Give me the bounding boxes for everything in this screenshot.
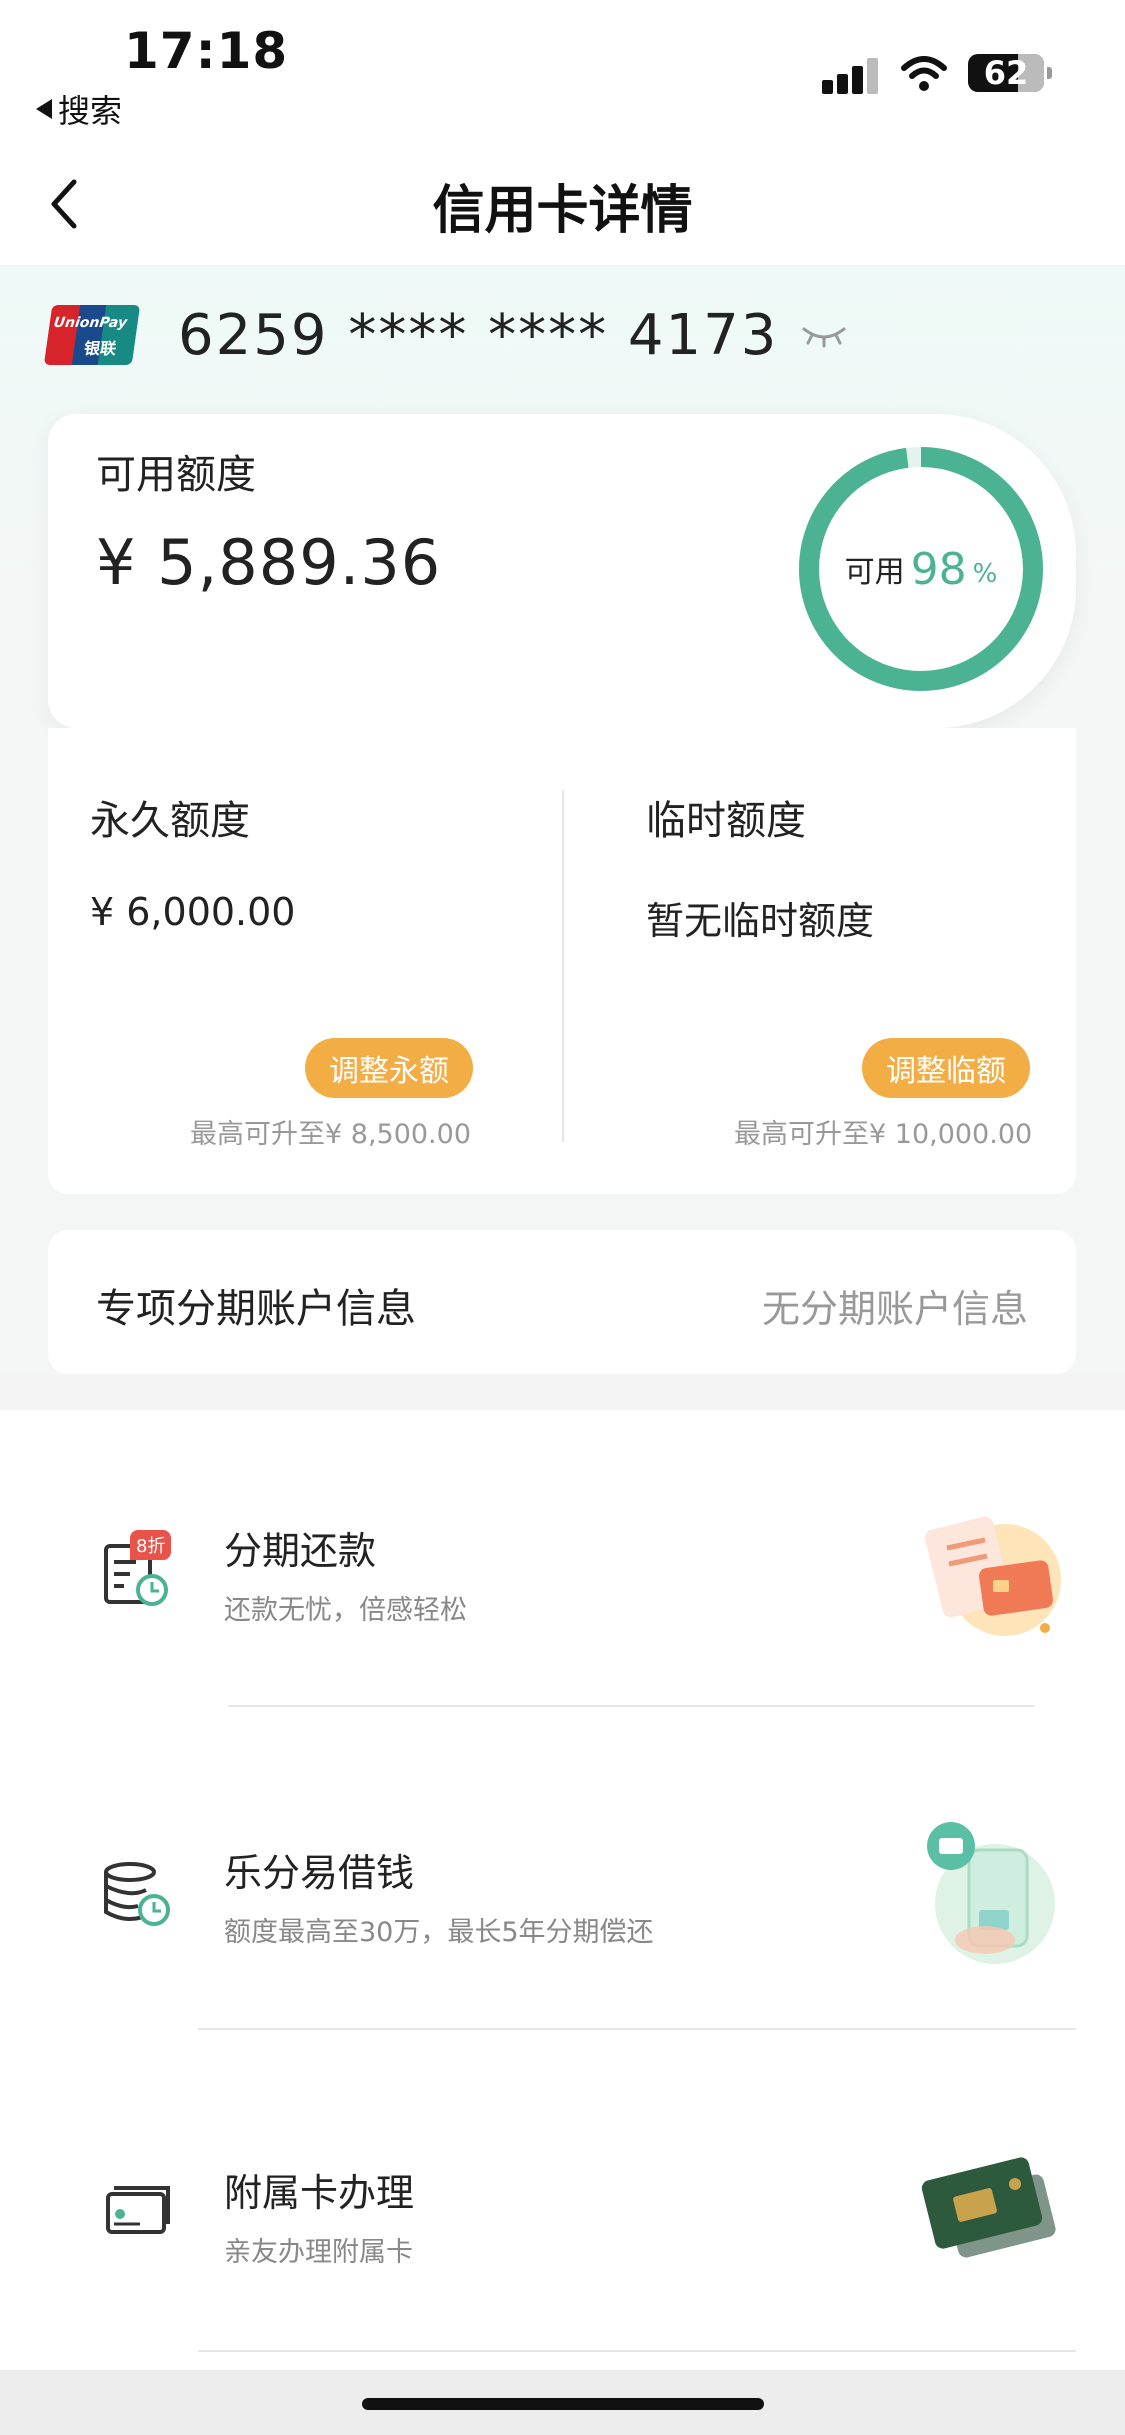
service-item-installment-repayment[interactable]: 8折 分期还款 还款无忧，倍感轻松 — [0, 1410, 1125, 1730]
ring-text: 可用 98 % — [796, 444, 1046, 694]
page-title: 信用卡详情 — [432, 181, 693, 241]
installment-account-label: 专项分期账户信息 — [96, 1286, 416, 1332]
service-title: 附属卡办理 — [224, 2171, 415, 2215]
installment-account-row[interactable]: 专项分期账户信息 无分期账户信息 — [48, 1230, 1076, 1374]
eye-closed-icon[interactable] — [800, 321, 848, 349]
service-subtitle: 额度最高至30万，最长5年分期偿还 — [224, 1917, 654, 1948]
available-credit-card: 可用额度 ¥ 5,889.36 可用 98 % — [48, 414, 1076, 728]
bank-cards-illustration-icon — [921, 2157, 1056, 2258]
quota-divider — [562, 790, 564, 1142]
temporary-quota-max-note: 最高可升至¥ 10,000.00 — [734, 1119, 1033, 1150]
services-list: 8折 分期还款 还款无忧，倍感轻松 乐分易借钱 额度最高至30万，最长5年分期偿… — [0, 1410, 1125, 2370]
permanent-quota-value: ¥ 6,000.00 — [90, 890, 296, 934]
cellular-signal-icon — [822, 58, 880, 94]
coins-clock-icon — [104, 1862, 170, 1926]
back-triangle-icon — [36, 99, 52, 119]
service-item-supplementary-card[interactable]: 附属卡办理 亲友办理附属卡 — [0, 2050, 1125, 2370]
phone-payment-illustration-icon — [927, 1822, 1055, 1964]
permanent-quota-title: 永久额度 — [90, 798, 250, 844]
home-indicator-area — [0, 2370, 1125, 2435]
quota-panel: 永久额度 ¥ 6,000.00 调整永额 最高可升至¥ 8,500.00 临时额… — [48, 728, 1076, 1194]
available-credit-label: 可用额度 — [96, 452, 256, 498]
battery-icon: 62 — [968, 54, 1052, 92]
ring-value: 98 — [910, 543, 967, 595]
service-subtitle: 亲友办理附属卡 — [224, 2237, 413, 2268]
adjust-permanent-quota-button[interactable]: 调整永额 — [305, 1038, 473, 1098]
available-credit-amount: ¥ 5,889.36 — [96, 526, 442, 599]
service-title: 分期还款 — [224, 1529, 377, 1573]
unionpay-logo: UnionPay 银联 — [43, 305, 141, 365]
bill-card-illustration-icon — [924, 1516, 1061, 1636]
back-to-app-link[interactable]: 搜索 — [36, 86, 122, 132]
discount-badge: 8折 — [130, 1530, 172, 1560]
section-separator — [0, 1374, 1125, 1410]
nav-bar: 信用卡详情 — [0, 140, 1125, 265]
service-title: 乐分易借钱 — [224, 1851, 415, 1895]
card-number-row: UnionPay 银联 6259 **** **** 4173 — [43, 300, 1048, 370]
temporary-quota-title: 临时额度 — [646, 798, 806, 844]
service-subtitle: 还款无忧，倍感轻松 — [224, 1595, 467, 1626]
back-app-label: 搜索 — [58, 92, 123, 130]
item-divider — [228, 1705, 1034, 1707]
home-indicator[interactable] — [362, 2398, 764, 2410]
ring-label: 可用 — [844, 555, 905, 590]
permanent-quota-max-note: 最高可升至¥ 8,500.00 — [190, 1119, 471, 1150]
battery-level: 62 — [983, 54, 1029, 92]
installment-account-value: 无分期账户信息 — [761, 1287, 1028, 1331]
item-divider — [198, 2028, 1076, 2030]
temporary-quota-value: 暂无临时额度 — [646, 899, 875, 943]
card-icon — [106, 2186, 170, 2234]
status-bar: 17:18 搜索 62 — [0, 0, 1125, 140]
item-divider — [198, 2350, 1076, 2352]
adjust-temporary-quota-button[interactable]: 调整临额 — [862, 1038, 1030, 1098]
status-time: 17:18 — [124, 22, 289, 80]
service-item-loan[interactable]: 乐分易借钱 额度最高至30万，最长5年分期偿还 — [0, 1730, 1125, 2050]
wifi-icon — [901, 56, 947, 91]
card-number: 6259 **** **** 4173 — [178, 302, 779, 368]
ring-unit: % — [972, 559, 998, 589]
